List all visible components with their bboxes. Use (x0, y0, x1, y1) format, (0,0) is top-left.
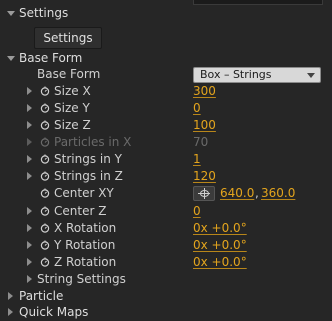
param-value-y[interactable]: 360.0 (261, 185, 295, 202)
expand-triangle-icon[interactable] (8, 308, 13, 316)
group-quick-maps-header[interactable]: Quick Maps (0, 304, 332, 321)
param-value[interactable]: 0 (193, 100, 201, 117)
group-settings-header[interactable]: Settings (0, 5, 332, 22)
group-base-form-header[interactable]: Base Form (0, 50, 332, 67)
expand-triangle-icon[interactable] (27, 258, 32, 266)
param-label: Size Z (54, 118, 91, 132)
stopwatch-icon[interactable] (40, 103, 50, 113)
param-label: X Rotation (54, 221, 117, 235)
value-separator: , (255, 186, 259, 200)
base-form-dropdown-value: Box – Strings (200, 68, 272, 81)
param-row-size-z: Size Z 100 (0, 117, 332, 134)
param-row-particles-in-x: Particles in X 70 (0, 134, 332, 151)
settings-button[interactable]: Settings (34, 27, 102, 49)
param-value[interactable]: 100 (193, 117, 216, 134)
param-value[interactable]: 0x +0.0° (193, 254, 247, 271)
param-label: Center Z (54, 204, 107, 218)
param-label: Z Rotation (54, 255, 117, 269)
param-value[interactable]: 0x +0.0° (193, 220, 247, 237)
param-label: Size Y (54, 101, 90, 115)
stopwatch-icon[interactable] (40, 120, 50, 130)
expand-triangle-icon[interactable] (27, 224, 32, 232)
expand-triangle-icon[interactable] (27, 155, 32, 163)
group-particle-label: Particle (19, 289, 64, 303)
param-row-x-rotation: X Rotation 0x +0.0° (0, 220, 332, 237)
subgroup-string-settings[interactable]: String Settings (0, 271, 332, 288)
expand-triangle-icon[interactable] (27, 121, 32, 129)
expand-triangle-icon[interactable] (27, 207, 32, 215)
param-row-size-x: Size X 300 (0, 83, 332, 100)
stopwatch-icon[interactable] (40, 188, 50, 198)
param-row-center-z: Center Z 0 (0, 203, 332, 220)
param-label: Size X (54, 84, 91, 98)
param-label: Y Rotation (54, 238, 116, 252)
chevron-down-icon (307, 73, 315, 78)
expand-triangle-icon[interactable] (27, 172, 32, 180)
param-value[interactable]: 120 (193, 168, 216, 185)
group-base-form-label: Base Form (19, 51, 83, 65)
expand-triangle-icon[interactable] (8, 292, 13, 300)
param-row-strings-in-z: Strings in Z 120 (0, 168, 332, 185)
stopwatch-icon[interactable] (40, 154, 50, 164)
expand-triangle-icon[interactable] (27, 241, 32, 249)
point-picker-button[interactable] (193, 186, 215, 201)
param-value[interactable]: 0x +0.0° (193, 237, 247, 254)
param-value[interactable]: 0 (193, 203, 201, 220)
group-particle-header[interactable]: Particle (0, 288, 332, 305)
param-value: 70 (193, 135, 209, 149)
param-label: Strings in Y (54, 152, 122, 166)
group-settings-label: Settings (19, 6, 69, 20)
param-label: Strings in Z (54, 169, 123, 183)
stopwatch-icon[interactable] (40, 171, 50, 181)
expand-triangle-icon[interactable] (27, 87, 32, 95)
param-label: Center XY (54, 186, 114, 200)
subgroup-label: String Settings (37, 272, 126, 286)
effect-controls-panel: Settings Settings Base Form Base Form Bo… (0, 0, 332, 321)
stopwatch-icon[interactable] (40, 257, 50, 267)
param-label: Particles in X (54, 135, 132, 149)
param-value-x[interactable]: 640.0 (220, 185, 254, 202)
stopwatch-icon[interactable] (40, 206, 50, 216)
group-quick-maps-label: Quick Maps (19, 305, 89, 319)
param-value[interactable]: 300 (193, 83, 216, 100)
stopwatch-icon[interactable] (40, 86, 50, 96)
base-form-select-label: Base Form (37, 67, 101, 81)
collapse-triangle-icon[interactable] (7, 56, 15, 61)
stopwatch-icon[interactable] (40, 240, 50, 250)
expand-triangle-icon[interactable] (27, 104, 32, 112)
param-row-size-y: Size Y 0 (0, 100, 332, 117)
stopwatch-icon[interactable] (40, 223, 50, 233)
expand-triangle-icon (27, 138, 32, 146)
base-form-dropdown[interactable]: Box – Strings (193, 67, 321, 83)
param-row-z-rotation: Z Rotation 0x +0.0° (0, 254, 332, 271)
param-row-y-rotation: Y Rotation 0x +0.0° (0, 237, 332, 254)
stopwatch-icon (40, 137, 50, 147)
param-row-strings-in-y: Strings in Y 1 (0, 151, 332, 168)
collapse-triangle-icon[interactable] (7, 11, 15, 16)
param-row-center-xy: Center XY 640.0 , 360.0 (0, 185, 332, 202)
crosshair-v-line (204, 188, 205, 199)
param-value[interactable]: 1 (193, 151, 201, 168)
expand-triangle-icon[interactable] (27, 275, 32, 283)
